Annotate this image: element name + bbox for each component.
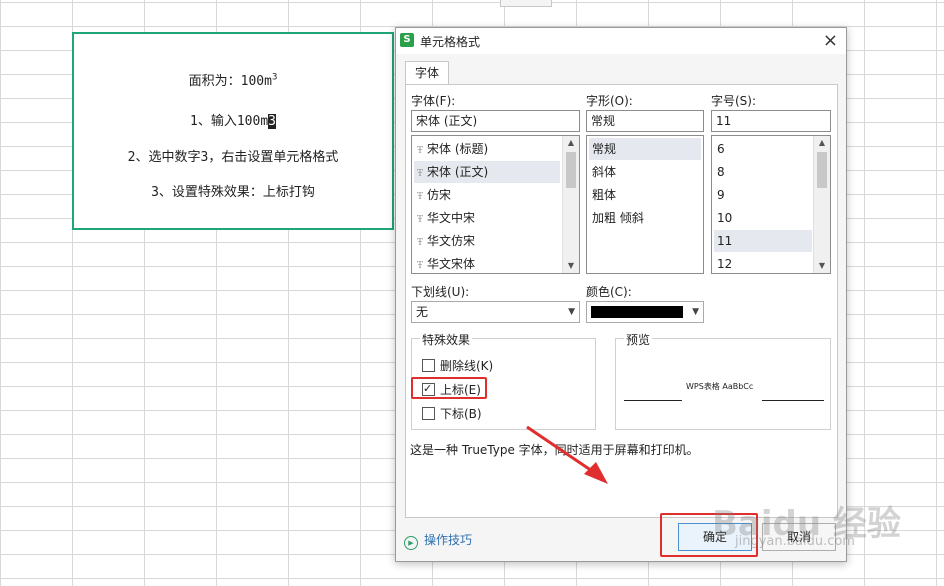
baidu-watermark-url: jingyan.baidu.com [735, 534, 855, 549]
